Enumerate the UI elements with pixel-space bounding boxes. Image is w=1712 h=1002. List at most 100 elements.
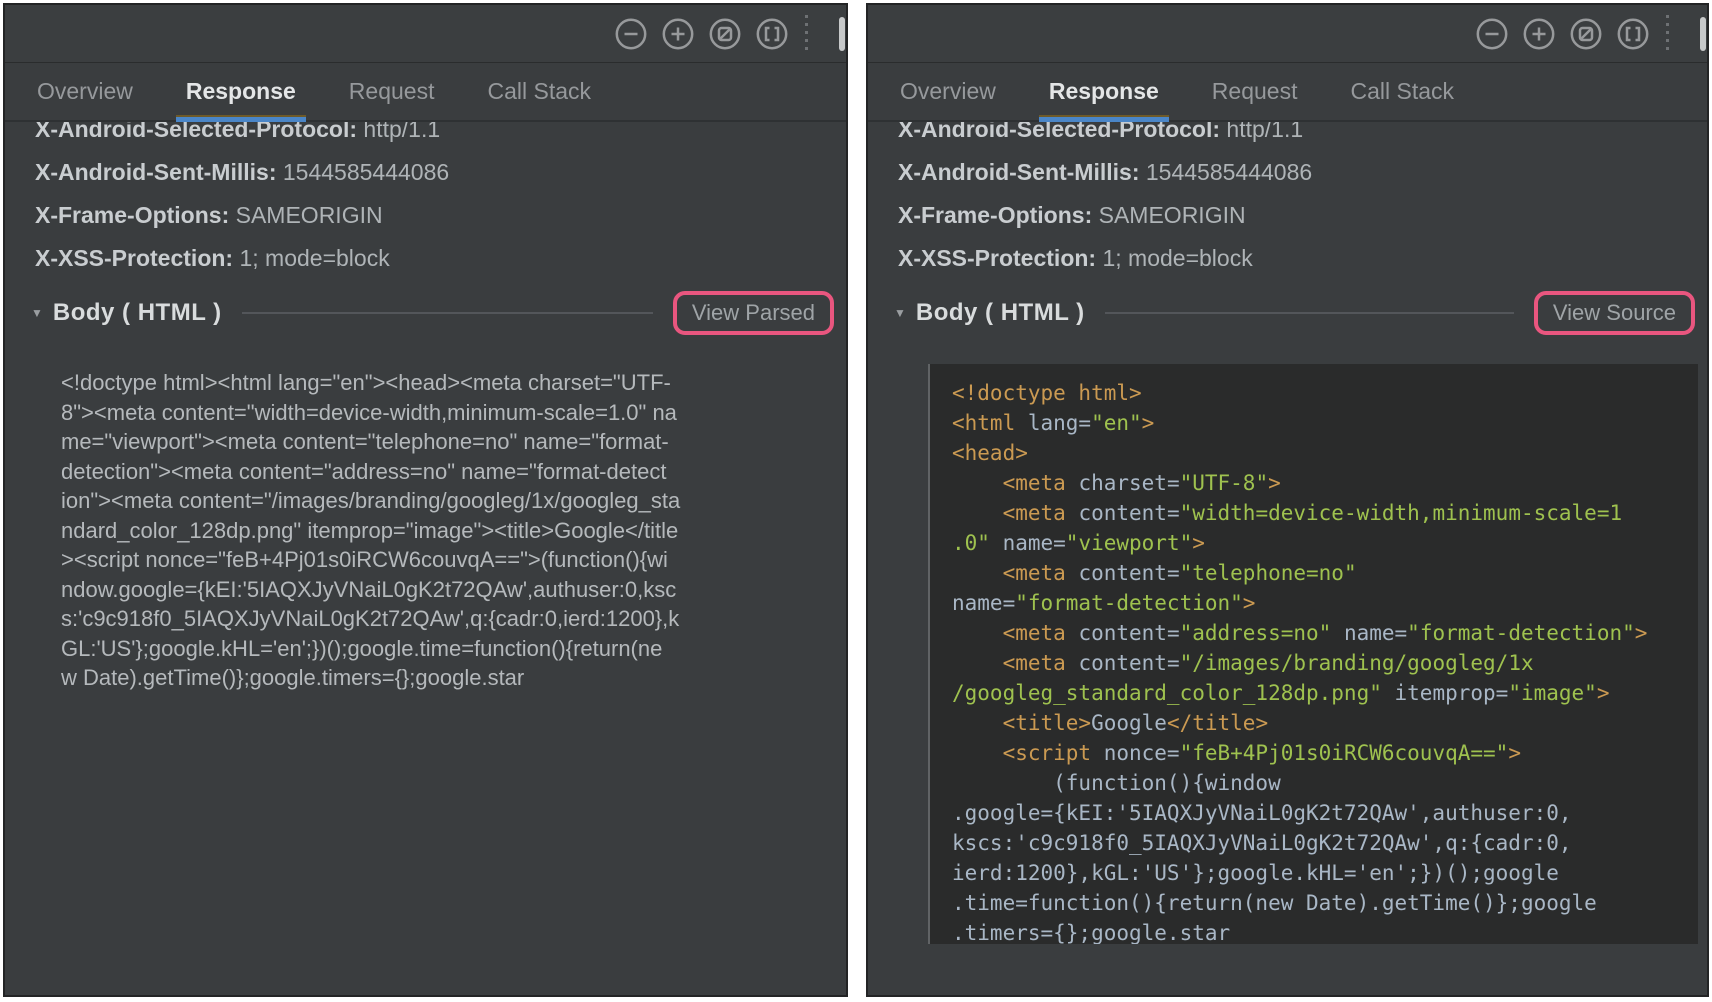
header-value: 1544585444086 — [283, 159, 449, 185]
code-token-text: (function(){window — [952, 771, 1281, 795]
code-token-tag: </title> — [1167, 711, 1268, 735]
code-token-text: .google={kEI:'5IAQXJyVNaiL0gK2t72QAw',au… — [952, 801, 1572, 825]
header-key: X-Android-Selected-Protocol: — [35, 122, 357, 142]
header-value: 1; mode=block — [1102, 245, 1252, 271]
code-token-tag: <script — [952, 741, 1104, 765]
zoom-out-icon[interactable] — [1475, 17, 1509, 51]
tab-call-stack[interactable]: Call Stack — [485, 63, 593, 120]
code-token-attr: content= — [1078, 621, 1179, 645]
tab-label: Response — [186, 78, 296, 104]
code-token-tag: <!doctype html> — [952, 381, 1142, 405]
code-line: <script nonce="feB+4Pj01s0iRCW6couvqA=="… — [952, 738, 1694, 768]
header-row: X-Android-Sent-Millis: 1544585444086 — [35, 159, 846, 185]
tab-request[interactable]: Request — [1210, 63, 1300, 120]
code-token-str: "UTF-8" — [1180, 471, 1269, 495]
code-line: /googleg_standard_color_128dp.png" itemp… — [952, 678, 1694, 708]
view-parsed-label: View Parsed — [692, 300, 815, 325]
code-token-str: .0" — [952, 531, 1003, 555]
code-token-tag: <meta — [952, 501, 1078, 525]
header-row: X-Android-Selected-Protocol: http/1.1 — [898, 122, 1707, 142]
body-text-line: <!doctype html><html lang="en"><head><me… — [61, 368, 818, 398]
code-token-tag: > — [1635, 621, 1648, 645]
code-token-tag: <meta — [952, 561, 1078, 585]
zoom-toolbar — [5, 5, 846, 63]
code-token-attr: content= — [1078, 501, 1179, 525]
code-token-tag: > — [1597, 681, 1610, 705]
body-text-line: me="viewport"><meta content="telephone=n… — [61, 427, 818, 457]
header-row: X-Android-Sent-Millis: 1544585444086 — [898, 159, 1707, 185]
body-text-line: ndow.google={kEI:'5IAQXJyVNaiL0gK2t72QAw… — [61, 575, 818, 605]
tab-response[interactable]: Response — [1047, 63, 1161, 120]
tab-bar: Overview Response Request Call Stack — [868, 63, 1707, 122]
code-token-str: "feB+4Pj01s0iRCW6couvqA==" — [1180, 741, 1509, 765]
response-tab-content: X-Android-Selected-Protocol: http/1.1X-A… — [5, 122, 846, 997]
view-source-button[interactable]: View Source — [1534, 291, 1695, 335]
code-line: .time=function(){return(new Date).getTim… — [952, 888, 1694, 918]
code-line: name="format-detection"> — [952, 588, 1694, 618]
zoom-controls — [1475, 17, 1650, 51]
code-token-tag: > — [1192, 531, 1205, 555]
fit-to-screen-icon[interactable] — [755, 17, 789, 51]
code-token-tag: > — [1142, 411, 1155, 435]
header-key: X-XSS-Protection: — [35, 245, 233, 271]
code-token-attr: name= — [952, 591, 1015, 615]
body-text-line: s:'c9c918f0_5IAQXJyVNaiL0gK2t72QAw',q:{c… — [61, 604, 818, 634]
code-line: <html lang="en"> — [952, 408, 1694, 438]
code-token-attr: content= — [1078, 651, 1179, 675]
tab-overview[interactable]: Overview — [898, 63, 998, 120]
body-text-line: 8"><meta content="width=device-width,min… — [61, 398, 818, 428]
code-line: <meta content="address=no" name="format-… — [952, 618, 1694, 648]
zoom-toolbar — [868, 5, 1707, 63]
code-token-str: /googleg_standard_color_128dp.png" — [952, 681, 1382, 705]
fit-to-screen-icon[interactable] — [1616, 17, 1650, 51]
tab-call-stack[interactable]: Call Stack — [1348, 63, 1456, 120]
code-token-text: Google — [1091, 711, 1167, 735]
code-token-tag: <html — [952, 411, 1028, 435]
zoom-out-icon[interactable] — [614, 17, 648, 51]
code-token-text: ierd:1200},kGL:'US'};google.kHL='en';})(… — [952, 861, 1559, 885]
code-line: <meta content="/images/branding/googleg/… — [952, 648, 1694, 678]
collapse-arrow-icon[interactable]: ▼ — [31, 306, 43, 320]
body-text-line: w Date).getTime()};google.timers={};goog… — [61, 663, 818, 693]
code-token-str: "/images/branding/googleg/1x — [1180, 651, 1534, 675]
scrollbar-thumb[interactable] — [1700, 17, 1706, 51]
code-token-tag: <head> — [952, 441, 1028, 465]
view-parsed-button[interactable]: View Parsed — [673, 291, 834, 335]
code-token-attr: lang= — [1028, 411, 1091, 435]
body-section-label: Body ( HTML ) — [53, 299, 222, 327]
zoom-in-icon[interactable] — [1522, 17, 1556, 51]
code-token-attr: itemprop= — [1382, 681, 1508, 705]
collapse-arrow-icon[interactable]: ▼ — [894, 306, 906, 320]
tab-request[interactable]: Request — [347, 63, 437, 120]
code-token-attr: nonce= — [1104, 741, 1180, 765]
tab-response[interactable]: Response — [184, 63, 298, 120]
header-key: X-Frame-Options: — [35, 202, 229, 228]
code-line: .google={kEI:'5IAQXJyVNaiL0gK2t72QAw',au… — [952, 798, 1694, 828]
tab-overview[interactable]: Overview — [35, 63, 135, 120]
header-key: X-Frame-Options: — [898, 202, 1092, 228]
header-value: 1544585444086 — [1146, 159, 1312, 185]
zoom-in-icon[interactable] — [661, 17, 695, 51]
header-key: X-Android-Sent-Millis: — [35, 159, 276, 185]
tab-label: Request — [349, 78, 435, 104]
body-text-line: ndard_color_128dp.png" itemprop="image">… — [61, 516, 818, 546]
header-value: 1; mode=block — [239, 245, 389, 271]
code-token-str: "viewport" — [1066, 531, 1192, 555]
code-line: <head> — [952, 438, 1694, 468]
code-token-str: "image" — [1508, 681, 1597, 705]
code-token-str: "format-detection" — [1407, 621, 1635, 645]
zoom-controls — [614, 17, 789, 51]
code-line: <title>Google</title> — [952, 708, 1694, 738]
code-line: <meta content="telephone=no" — [952, 558, 1694, 588]
reset-zoom-icon[interactable] — [1569, 17, 1603, 51]
code-line: kscs:'c9c918f0_5IAQXJyVNaiL0gK2t72QAw',q… — [952, 828, 1694, 858]
code-line: .timers={};google.star — [952, 918, 1694, 944]
code-line: <meta content="width=device-width,minimu… — [952, 498, 1694, 528]
scrollbar-thumb[interactable] — [839, 17, 845, 51]
code-token-tag: > — [1243, 591, 1256, 615]
reset-zoom-icon[interactable] — [708, 17, 742, 51]
body-section-header: ▼ Body ( HTML ) View Source — [868, 288, 1707, 338]
network-inspector-panel-source: Overview Response Request Call Stack X-Andr… — [866, 3, 1709, 997]
code-token-tag: <title> — [952, 711, 1091, 735]
header-row: X-XSS-Protection: 1; mode=block — [898, 245, 1707, 271]
